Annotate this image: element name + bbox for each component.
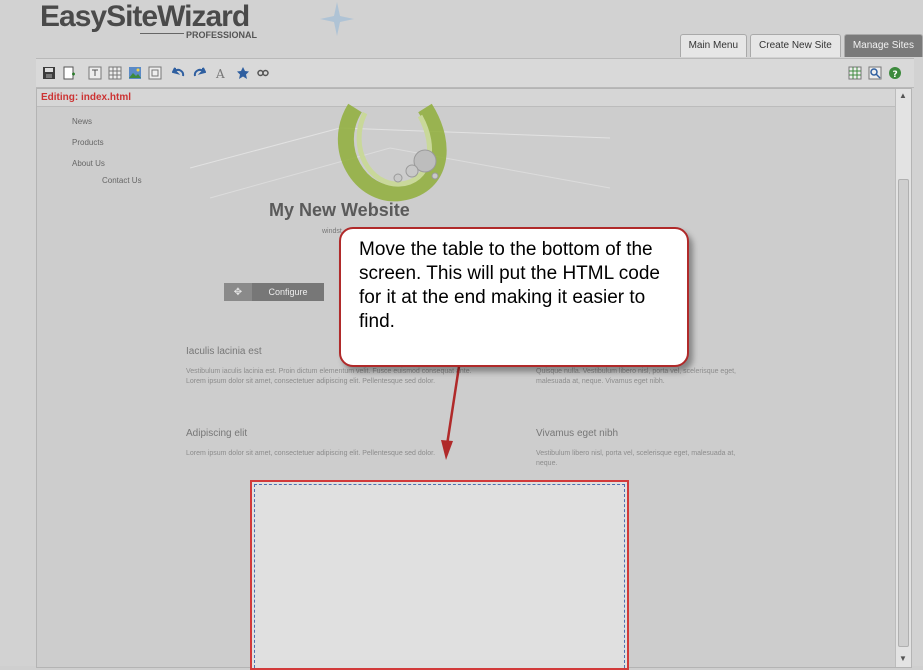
callout-text: Move the table to the bottom of the scre… xyxy=(359,239,660,332)
instruction-callout: Move the table to the bottom of the scre… xyxy=(339,227,689,367)
app-window: EasySiteWizard PROFESSIONAL Main Menu Cr… xyxy=(0,0,923,670)
